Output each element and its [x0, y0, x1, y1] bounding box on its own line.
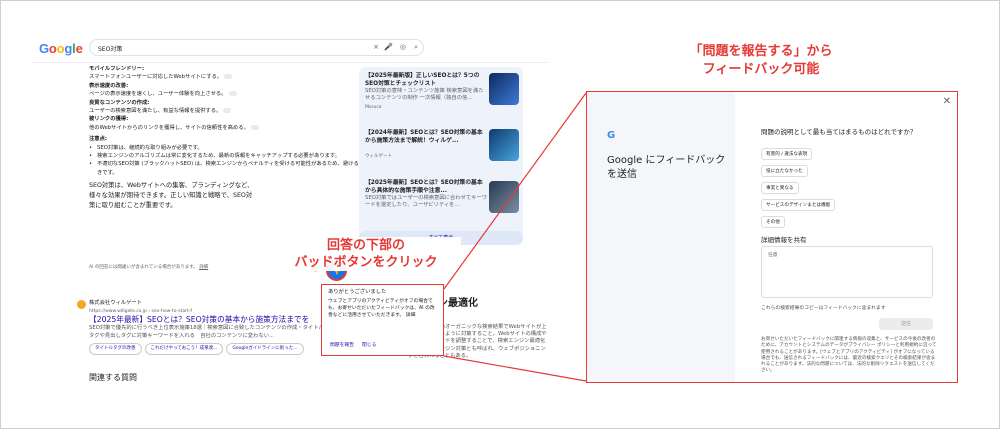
feedback-question: 問題の説明として最も当てはまるものはどれですか？	[761, 128, 917, 136]
ai-item: 被リンクの獲得: 他のWebサイトからのリンクを獲得し、サイトの信頼性を高める。	[89, 115, 369, 132]
result-site-name: 株式会社ウィルゲート	[89, 300, 142, 306]
source-card-thumbnail	[489, 129, 519, 161]
feedback-option[interactable]: 事実と異なる	[761, 182, 799, 194]
popup-title: ありがとうございました	[328, 289, 387, 295]
related-questions-heading: 関連する質問	[89, 373, 137, 382]
result-sitelinks: タイトルタグの改善 これだけやっておこう！成果達... Googleガイドラインに則…	[89, 343, 329, 355]
sitelink-pill[interactable]: これだけやっておこう！成果達...	[144, 343, 224, 355]
detail-label: 詳細情報を共有	[761, 236, 807, 244]
ai-item: 良質なコンテンツの作成: ユーザーの検索意図を満たし、有益な情報を提供する。	[89, 99, 369, 116]
ai-overview: モバイルフレンドリー: スマートフォンユーザーに対応したWebサイトにする。 表示…	[89, 65, 369, 211]
link-chip-icon[interactable]	[223, 108, 232, 114]
detail-textarea[interactable]: 任意	[761, 246, 933, 298]
site-favicon	[77, 300, 86, 309]
search-input[interactable]: SEO対策 × 🎤 ◎ ⌕	[89, 39, 424, 56]
sitelink-pill[interactable]: Googleガイドラインに則った...	[226, 343, 304, 355]
close-link[interactable]: 閉じる	[362, 343, 376, 348]
result-title-link[interactable]: 【2025年最新】SEOとは？SEO対策の基本から施策方法までを	[89, 315, 329, 325]
source-card[interactable]: 【2025年最新版】正しいSEOとは？5つのSEO対策とチェックリスト SEO対…	[365, 72, 487, 111]
ai-summary: SEO対策は、Webサイトへの集客、ブランディングなど、様々な効果が期待できます…	[89, 182, 254, 210]
source-card-title: 【2025年最新】SEOとは？SEO対策の基本から具体的な施策手順や注意...	[365, 180, 483, 194]
popup-text: ウェブとアプリのアクティビティがオフの場合でも、お寄せいただいたフィードバックは…	[328, 299, 435, 318]
ai-item-heading: モバイルフレンドリー:	[89, 66, 145, 72]
close-icon[interactable]: ✕	[943, 96, 951, 107]
copy-note: これらの検索結果のコピーはフィードバックに含まれます	[761, 306, 886, 311]
source-card-title: 【2025年最新版】正しいSEOとは？5つのSEO対策とチェックリスト	[365, 73, 480, 87]
callout-bottom: 回答の下部の バッドボタンをクリック	[271, 237, 461, 271]
popup-links: 問題を報告 閉じる	[330, 342, 384, 349]
report-problem-link[interactable]: 問題を報告	[330, 343, 354, 348]
ai-disclaimer-text: AI の回答には間違いが含まれている場合があります。	[89, 265, 198, 270]
ai-item-heading: 被リンクの獲得:	[89, 116, 129, 123]
callout-top: 「問題を報告する」から フィードバック可能	[689, 44, 833, 77]
ai-item-text: 他のWebサイトからのリンクを獲得し、サイトの信頼性を高める。	[89, 124, 249, 131]
sitelink-pill[interactable]: タイトルタグの改善	[89, 343, 142, 355]
header-divider	[33, 62, 548, 63]
search-query: SEO対策	[98, 46, 123, 53]
source-card-desc: SEO対策の意味・コンテンツ施策 検索意図を満たせるコンテンツの制作 一次情報（…	[365, 88, 484, 101]
slide-frame: Google SEO対策 × 🎤 ◎ ⌕ モバイルフレンドリー: スマートフォンユ…	[0, 0, 1000, 429]
camera-icon[interactable]: ◎	[400, 43, 406, 51]
result-url[interactable]: https://www.willgate.co.jp › seo-how-to-…	[89, 308, 329, 316]
source-card-desc: SEO対策ではユーザーの検索意図に合わせてキーワードを選定したり、ユーザビリティ…	[365, 195, 488, 208]
feedback-option[interactable]: 役に立たなかった	[761, 165, 808, 177]
feedback-option[interactable]: その他	[761, 216, 785, 228]
source-card-site: ウィルゲート	[365, 154, 392, 159]
link-chip-icon[interactable]	[228, 91, 237, 97]
clear-icon[interactable]: ×	[373, 43, 379, 51]
result-snippet: SEO対策で優先的に行うべき上位表示施策18選｜検索意図に合致したコンテンツの作…	[89, 325, 324, 339]
feedback-options: 有害的 / 違法な表現 役に立たなかった 事実と異なる サービスのデザインまたは…	[761, 148, 951, 233]
notes-list: SEO対策は、継続的な取り組みが必要です。 検索エンジンのアルゴリズムは常に変化…	[89, 144, 369, 178]
notes-heading: 注意点:	[89, 136, 108, 143]
thanks-popup: ありがとうございました ウェブとアプリのアクティビティがオフの場合でも、お寄せい…	[321, 284, 444, 356]
feedback-sidebar: G Google にフィードバックを送信	[587, 92, 735, 382]
ai-item-text: スマートフォンユーザーに対応したWebサイトにする。	[89, 74, 223, 81]
google-g-icon: G	[607, 130, 616, 141]
link-chip-icon[interactable]	[224, 74, 233, 80]
legal-text: お寄せいただいたフィードバックに関連する情報の収集と、サービスの今後の改善のため…	[761, 337, 937, 374]
source-card[interactable]: 【2024年最新】SEOとは？SEO対策の基本から施策方法まで解説！ウィルゲ..…	[365, 129, 487, 160]
ai-item: モバイルフレンドリー: スマートフォンユーザーに対応したWebサイトにする。	[89, 65, 369, 82]
feedback-option[interactable]: 有害的 / 違法な表現	[761, 148, 813, 160]
feedback-option[interactable]: サービスのデザインまたは機能	[761, 199, 836, 211]
search-icon[interactable]: ⌕	[414, 43, 418, 52]
source-card-thumbnail	[489, 73, 519, 105]
ai-item-text: ページの表示速度を速くし、ユーザー体験を向上させる。	[89, 91, 227, 98]
source-card-thumbnail	[489, 181, 519, 213]
mic-icon[interactable]: 🎤	[384, 43, 393, 51]
google-search-screenshot: Google SEO対策 × 🎤 ◎ ⌕ モバイルフレンドリー: スマートフォンユ…	[33, 35, 548, 383]
source-card-site: Moruca	[365, 105, 382, 110]
link-chip-icon[interactable]	[250, 124, 259, 130]
note-item: 検索エンジンのアルゴリズムは常に変化するため、最新の情報をキャッチアップする必要…	[89, 152, 369, 161]
ai-item-heading: 良質なコンテンツの作成:	[89, 99, 150, 106]
note-item: 不適切なSEO対策 (ブラックハットSEO) は、検索エンジンからペナルティを受…	[89, 160, 369, 177]
source-cards-panel: 【2025年最新版】正しいSEOとは？5つのSEO対策とチェックリスト SEO対…	[359, 67, 523, 245]
ai-disclaimer-link[interactable]: 詳細	[199, 265, 208, 270]
source-card[interactable]: 【2025年最新】SEOとは？SEO対策の基本から具体的な施策手順や注意... …	[365, 179, 487, 209]
search-result: 株式会社ウィルゲート https://www.willgate.co.jp › …	[77, 300, 329, 355]
source-card-title: 【2024年最新】SEOとは？SEO対策の基本から施策方法まで解説！ウィルゲ..…	[365, 130, 483, 144]
ai-disclaimer: AI の回答には間違いが含まれている場合があります。 詳細	[89, 264, 208, 270]
google-logo: Google	[39, 41, 83, 56]
note-item: SEO対策は、継続的な取り組みが必要です。	[89, 144, 369, 153]
ai-item-text: ユーザーの検索意図を満たし、有益な情報を提供する。	[89, 108, 222, 115]
feedback-title: Google にフィードバックを送信	[607, 155, 726, 180]
send-button[interactable]: 送信	[879, 318, 933, 330]
feedback-dialog: G Google にフィードバックを送信 ✕ 問題の説明として最も当てはまるもの…	[586, 91, 958, 383]
ai-item: 表示速度の改善: ページの表示速度を速くし、ユーザー体験を向上させる。	[89, 82, 369, 99]
ai-item-heading: 表示速度の改善:	[89, 82, 129, 89]
